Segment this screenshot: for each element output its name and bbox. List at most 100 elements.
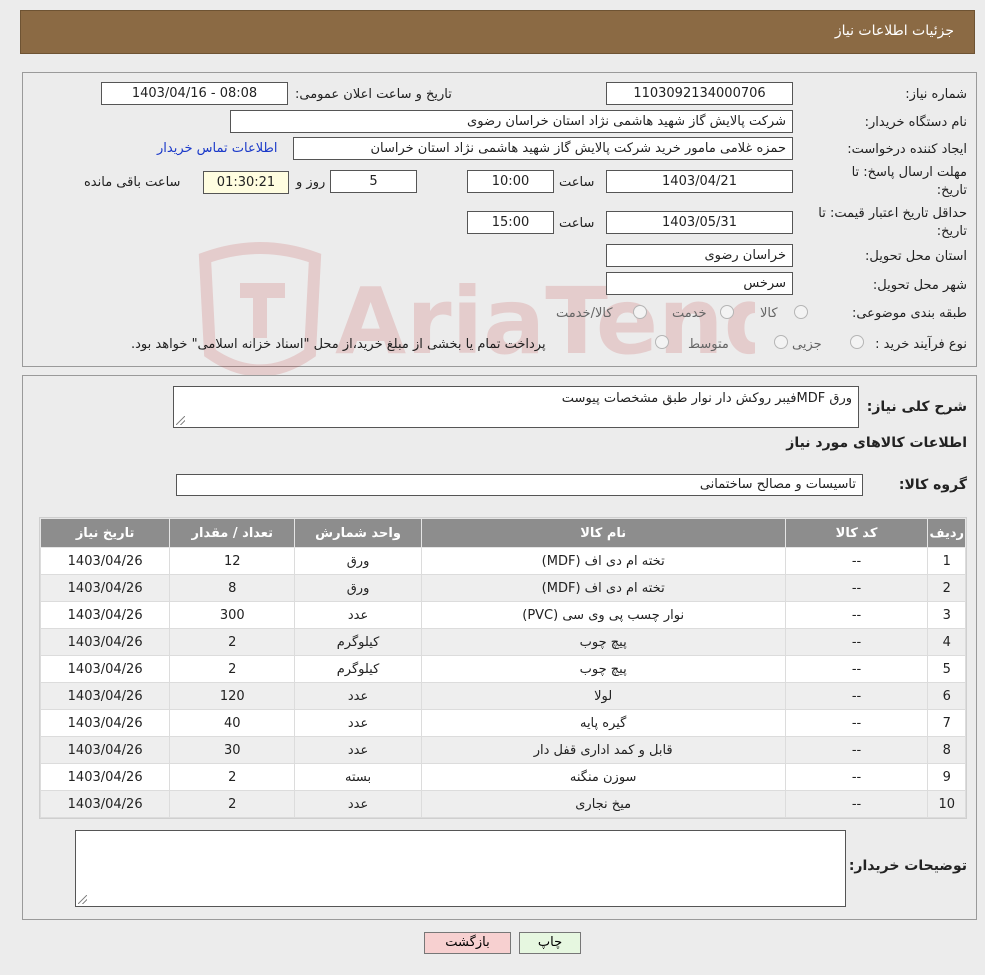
table-cell: گیره پایه [420,709,786,737]
table-cell: 1403/04/26 [39,574,171,602]
process-medium-label: متوسط [688,337,729,352]
table-cell: عدد [294,790,422,818]
goods-section-title: اطلاعات کالاهای مورد نیاز [786,435,967,451]
validity-time-field: 15:00 [467,211,554,234]
table-cell: 8 [927,736,966,764]
table-cell: عدد [294,682,422,710]
table-cell: 2 [169,790,296,818]
buyer-org-label: نام دستگاه خریدار: [864,115,967,130]
print-button[interactable]: چاپ [519,932,581,954]
goods-table-header: ردیف کد کالا نام کالا واحد شمارش تعداد /… [39,518,966,548]
table-cell: 5 [927,655,966,683]
table-cell: تخته ام دی اف (MDF) [420,547,786,575]
table-cell: عدد [294,736,422,764]
table-cell: 2 [169,763,296,791]
table-cell: -- [784,655,929,683]
deadline-date-field: 1403/04/21 [606,170,793,193]
table-row: 7 -- گیره پایه عدد 40 1403/04/26 [39,709,966,737]
remaining-label: ساعت باقی مانده [84,175,181,190]
goods-table-container: ردیف کد کالا نام کالا واحد شمارش تعداد /… [39,517,967,819]
resize-grip-icon[interactable] [176,416,185,425]
table-cell: ورق [294,574,422,602]
table-cell: 1403/04/26 [39,547,171,575]
deadline-hour-label: ساعت [559,175,595,190]
table-cell: قابل و کمد اداری قفل دار [420,736,786,764]
table-cell: 1403/04/26 [39,682,171,710]
validity-date-field: 1403/05/31 [606,211,793,234]
table-cell: -- [784,628,929,656]
table-cell: 1403/04/26 [39,763,171,791]
category-service-radio[interactable] [720,305,734,319]
goods-group-field: تاسیسات و مصالح ساختمانی [176,474,863,496]
table-cell: پیچ چوب [420,655,786,683]
description-label: شرح کلی نیاز: [866,399,967,415]
buyer-notes-textarea[interactable] [75,830,846,907]
table-cell: -- [784,736,929,764]
table-cell: 2 [169,655,296,683]
buyer-notes-label: توضیحات خریدار: [848,858,967,874]
buyer-org-field: شرکت پالایش گاز شهید هاشمی نژاد استان خر… [230,110,793,133]
table-cell: 9 [927,763,966,791]
back-button[interactable]: بازگشت [424,932,511,954]
table-cell: 10 [927,790,966,818]
table-row: 9 -- سوزن منگنه بسته 2 1403/04/26 [39,763,966,791]
table-cell: کیلوگرم [294,628,422,656]
goods-table: ردیف کد کالا نام کالا واحد شمارش تعداد /… [39,518,966,818]
process-medium-radio[interactable] [774,335,788,349]
city-label: شهر محل تحویل: [872,278,967,293]
table-cell: لولا [420,682,786,710]
page-header: جزئیات اطلاعات نیاز [20,10,975,54]
validity-hour-label: ساعت [559,216,595,231]
table-cell: 8 [169,574,296,602]
table-cell: 1403/04/26 [39,709,171,737]
process-treasury-checkbox[interactable] [655,335,669,349]
process-note: پرداخت تمام یا بخشی از مبلغ خرید،از محل … [131,337,546,352]
announce-label: تاریخ و ساعت اعلان عمومی: [295,87,452,102]
table-cell: 1403/04/26 [39,628,171,656]
table-cell: میخ نجاری [420,790,786,818]
resize-grip-icon[interactable] [78,895,87,904]
table-cell: بسته [294,763,422,791]
table-cell: 1 [927,547,966,575]
process-minor-radio[interactable] [850,335,864,349]
category-goods-radio[interactable] [794,305,808,319]
column-header: واحد شمارش [294,518,422,548]
table-row: 1 -- تخته ام دی اف (MDF) ورق 12 1403/04/26 [39,547,966,575]
buyer-contact-link[interactable]: اطلاعات تماس خریدار [157,141,277,156]
province-field: خراسان رضوی [606,244,793,267]
table-cell: پیچ چوب [420,628,786,656]
table-cell: -- [784,601,929,629]
column-header: تعداد / مقدار [169,518,296,548]
table-cell: -- [784,574,929,602]
category-goods-service-radio[interactable] [633,305,647,319]
table-row: 2 -- تخته ام دی اف (MDF) ورق 8 1403/04/26 [39,574,966,602]
table-cell: کیلوگرم [294,655,422,683]
table-cell: 300 [169,601,296,629]
column-header: کد کالا [784,518,929,548]
table-cell: -- [784,763,929,791]
table-cell: 6 [927,682,966,710]
table-cell: 2 [927,574,966,602]
category-label: طبقه بندی موضوعی: [851,306,967,321]
validity-label-2: تاریخ: [936,224,967,239]
table-row: 5 -- پیچ چوب کیلوگرم 2 1403/04/26 [39,655,966,683]
page-title: جزئیات اطلاعات نیاز [834,23,954,39]
table-cell: 1403/04/26 [39,601,171,629]
days-label: روز و [296,175,326,190]
table-cell: -- [784,547,929,575]
validity-label-1: حداقل تاریخ اعتبار قیمت: تا [818,206,967,221]
province-label: استان محل تحویل: [865,249,967,264]
deadline-label-2: تاریخ: [936,183,967,198]
category-goods-service-label: کالا/خدمت [556,306,613,321]
creator-field: حمزه غلامی مامور خرید شرکت پالایش گاز شه… [293,137,793,160]
days-field: 5 [330,170,417,193]
table-cell: -- [784,682,929,710]
table-cell: تخته ام دی اف (MDF) [420,574,786,602]
table-cell: -- [784,790,929,818]
description-textarea[interactable]: ورق MDFفیبر روکش دار نوار طبق مشخصات پیو… [173,386,859,428]
table-cell: -- [784,709,929,737]
process-label: نوع فرآیند خرید : [875,337,967,352]
deadline-label-1: مهلت ارسال پاسخ: تا [851,165,967,180]
category-goods-label: کالا [760,306,778,321]
table-cell: 1403/04/26 [39,736,171,764]
